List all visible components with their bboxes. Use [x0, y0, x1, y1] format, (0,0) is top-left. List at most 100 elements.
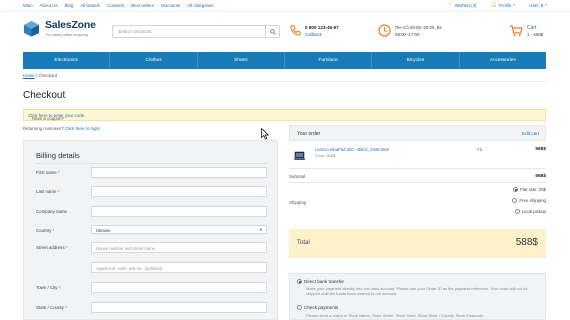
top-link-categories[interactable]: All categories — [187, 3, 213, 8]
bank-transfer-description: Make your payment directly into our bank… — [306, 286, 528, 297]
payment-method-bank-transfer[interactable]: Direct bank transfer — [297, 279, 344, 284]
apartment-field[interactable]: Apartment, suite, unit etc. (optional) — [91, 262, 267, 273]
country-label: Country * — [36, 228, 55, 233]
heart-icon: ♡ — [448, 2, 453, 8]
country-select[interactable]: Ukraine ▾ — [91, 225, 267, 234]
cart-link[interactable]: Cart — [527, 25, 536, 31]
order-header: Your order Edit cart — [289, 125, 546, 141]
search-box[interactable]: Search products — [112, 25, 280, 38]
item-price: Price: 568$ — [315, 153, 336, 158]
page-title: Checkout — [23, 90, 66, 101]
order-total: Total 588$ — [289, 229, 546, 258]
payment-method-check[interactable]: Check payments — [297, 305, 338, 310]
phone-icon — [290, 25, 301, 36]
callback-link[interactable]: Callback — [305, 32, 322, 37]
nav-item-bicycles[interactable]: Bicycles — [372, 52, 460, 69]
shipping-option-local-pickup[interactable]: Local pickup — [514, 209, 546, 214]
nav-item-furniture[interactable]: Furniture — [285, 52, 373, 69]
subtotal-label: Subtotal — [289, 174, 306, 179]
divider — [36, 163, 268, 164]
nav-item-electronics[interactable]: Electronics — [23, 52, 111, 69]
cart-icon[interactable] — [509, 25, 523, 37]
currency-select[interactable]: USD, $ ▾ — [529, 3, 547, 8]
wishlist-label: Wishlist (4) — [454, 2, 477, 8]
top-link-blog[interactable]: Blog — [65, 3, 74, 8]
breadcrumb-current: Checkout — [38, 73, 57, 78]
billing-details-panel: Billing details First name * Last name *… — [23, 140, 278, 320]
total-value: 588$ — [515, 237, 538, 248]
shipping-option-flat-rate[interactable]: Flat rate: 20$ — [513, 187, 546, 192]
radio[interactable] — [514, 209, 520, 214]
coupon-text: Have a coupon? — [32, 116, 64, 121]
state-field[interactable] — [91, 302, 267, 313]
top-link-best-sellers[interactable]: Best sellers — [131, 3, 154, 8]
billing-title: Billing details — [36, 151, 80, 160]
breadcrumb: Home / Checkout — [23, 73, 57, 78]
chevron-down-icon: ▾ — [513, 3, 516, 7]
search-input[interactable]: Search products — [118, 29, 151, 34]
phone-number[interactable]: 0 800 123-45-67 — [305, 25, 339, 30]
search-button[interactable] — [265, 26, 279, 37]
laptop-thumbnail[interactable] — [293, 151, 306, 161]
company-field[interactable] — [91, 206, 267, 217]
town-field[interactable] — [91, 282, 267, 293]
logo-icon[interactable] — [23, 20, 40, 37]
top-right: ♡ Wishlist (4) 👤︎ Profile ▾ USD, $ ▾ — [434, 2, 547, 8]
divider — [289, 168, 546, 169]
top-bar: Main About Us Blog All brands Contacts B… — [0, 0, 570, 12]
logo-tagline: For easily online shopping — [46, 33, 88, 37]
apartment-placeholder: Apartment, suite, unit etc. (optional) — [96, 265, 163, 271]
currency-label: USD, $ — [529, 2, 544, 8]
first-name-field[interactable] — [91, 167, 267, 178]
radio-selected[interactable] — [297, 279, 302, 284]
item-name-link[interactable]: Lenovo IdeaPad 320 - Black, 2300 MHz — [315, 147, 389, 152]
nav-item-clothes[interactable]: Clothes — [110, 52, 198, 69]
profile-menu[interactable]: 👤︎ Profile ▾ — [491, 2, 516, 8]
divider — [23, 81, 546, 82]
street-address-field[interactable]: House number and street name — [91, 242, 267, 253]
search-icon — [269, 28, 276, 35]
radio-selected[interactable] — [513, 187, 519, 192]
company-label: Company name — [36, 209, 67, 214]
radio[interactable] — [512, 198, 518, 203]
subtotal-value: 568$ — [535, 174, 546, 179]
returning-customer-notice: Returning customer? Click here to login — [23, 126, 100, 131]
chevron-down-icon: ▾ — [259, 227, 262, 232]
user-icon: 👤︎ — [490, 2, 497, 8]
profile-label: Profile — [498, 2, 512, 8]
item-total: 568$ — [535, 147, 546, 152]
category-nav: Electronics Clothes Shoes Furniture Bicy… — [23, 52, 546, 69]
last-name-field[interactable] — [91, 186, 267, 197]
town-label: Town / City * — [36, 285, 61, 290]
top-link-discounts[interactable]: Discounts — [161, 3, 180, 8]
logo-name[interactable]: SalesZone — [45, 19, 96, 31]
hours-line-2: 09:00–17:00 — [395, 32, 420, 37]
last-name-label: Last name * — [36, 189, 60, 194]
divider — [289, 182, 546, 183]
shipping-option-free[interactable]: Free shipping — [512, 198, 546, 203]
shipping-label: Shipping — [289, 200, 307, 205]
edit-cart-link[interactable]: Edit cart — [522, 131, 539, 136]
wishlist-link[interactable]: ♡ Wishlist (4) — [448, 2, 476, 8]
breadcrumb-home[interactable]: Home — [23, 73, 35, 78]
nav-item-shoes[interactable]: Shoes — [198, 52, 285, 69]
top-links: Main About Us Blog All brands Contacts B… — [23, 3, 221, 8]
top-link-about[interactable]: About Us — [40, 3, 58, 8]
radio[interactable] — [297, 305, 302, 310]
clock-icon — [378, 24, 391, 37]
street-label: Street address * — [36, 245, 68, 250]
payment-methods: Direct bank transfer Make your payment d… — [289, 273, 546, 320]
nav-item-accessories[interactable]: Accessories — [460, 52, 546, 69]
top-link-main[interactable]: Main — [23, 3, 33, 8]
top-link-brands[interactable]: All brands — [80, 3, 100, 8]
coupon-notice: Have a coupon? Click here to enter your … — [23, 109, 546, 121]
login-link[interactable]: Click here to login — [65, 126, 100, 131]
country-value: Ukraine — [96, 227, 111, 233]
check-payment-description: Please send a check to Store Name, Store… — [306, 313, 485, 318]
first-name-label: First name * — [36, 170, 60, 175]
hours-line-1: Пн–Сб 09:00–20:00, Вс — [395, 25, 442, 30]
chevron-down-icon: ▾ — [545, 3, 547, 7]
street-address-placeholder: House number and street name — [96, 245, 155, 251]
top-link-contacts[interactable]: Contacts — [107, 3, 124, 8]
item-quantity: ×1 — [477, 147, 483, 152]
